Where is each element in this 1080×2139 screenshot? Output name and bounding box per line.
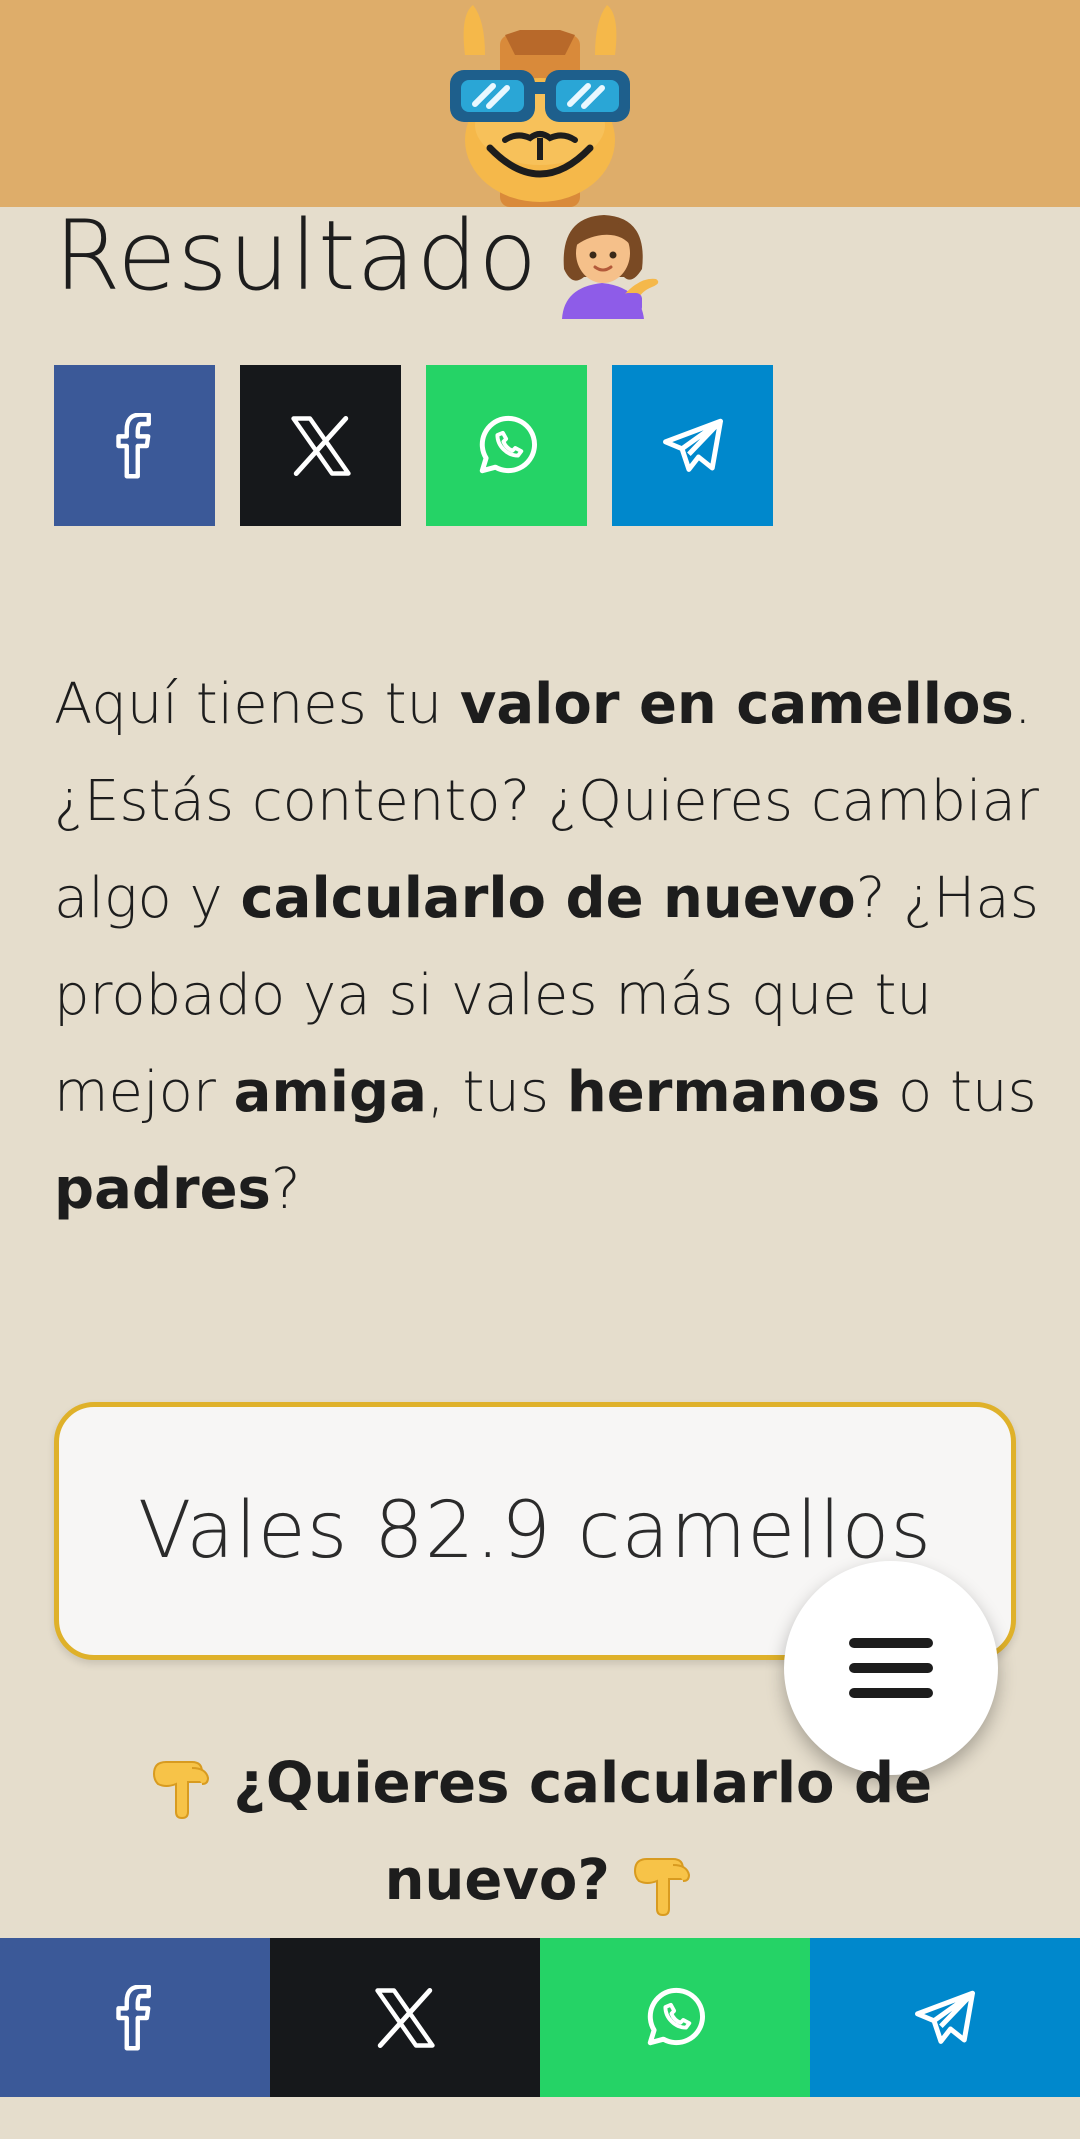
share-x-button[interactable] — [270, 1938, 540, 2097]
x-icon — [290, 415, 351, 476]
intro-bold: hermanos — [566, 1060, 881, 1125]
facebook-icon — [116, 1984, 151, 2050]
share-whatsapp-button[interactable] — [540, 1938, 810, 2097]
share-x-button[interactable] — [240, 365, 401, 526]
intro-bold: amiga — [233, 1060, 427, 1125]
person-tipping-hand-icon — [562, 214, 659, 319]
intro-bold: valor en camellos — [459, 672, 1014, 737]
share-facebook-button[interactable] — [0, 1938, 270, 2097]
telegram-icon — [662, 418, 723, 472]
intro-text: o tus — [880, 1060, 1037, 1125]
intro-text: ? — [270, 1157, 301, 1222]
backhand-index-pointing-down-icon — [634, 1857, 691, 1916]
intro-text: , tus — [426, 1060, 567, 1125]
share-whatsapp-button[interactable] — [426, 365, 587, 526]
share-telegram-button[interactable] — [810, 1938, 1080, 2097]
intro-bold: calcularlo de nuevo — [240, 866, 856, 931]
site-header — [0, 0, 1080, 207]
recalculate-heading-text: ¿Quieres calcularlo de nuevo? — [233, 1751, 933, 1913]
x-icon — [375, 1987, 435, 2048]
share-telegram-button[interactable] — [612, 365, 773, 526]
backhand-index-pointing-down-icon — [152, 1760, 209, 1819]
intro-paragraph: Aquí tienes tu valor en camellos. ¿Estás… — [54, 656, 1044, 1238]
telegram-icon — [915, 1990, 975, 2044]
intro-text: Aquí tienes tu — [54, 672, 460, 737]
page-title: Resultado — [54, 196, 664, 319]
page-title-text: Resultado — [54, 200, 539, 312]
result-value-text: Vales 82.9 camellos — [137, 1486, 932, 1576]
recalculate-heading: ¿Quieres calcularlo de nuevo? — [100, 1735, 980, 1929]
share-bar-bottom — [0, 1938, 1080, 2097]
share-buttons-top — [54, 365, 773, 526]
whatsapp-icon — [647, 1987, 705, 2045]
intro-bold: padres — [54, 1157, 271, 1222]
whatsapp-icon — [479, 415, 537, 473]
camel-sunglasses-logo-icon[interactable] — [445, 0, 635, 207]
share-facebook-button[interactable] — [54, 365, 215, 526]
hamburger-menu-icon — [849, 1638, 933, 1698]
facebook-icon — [115, 412, 151, 478]
